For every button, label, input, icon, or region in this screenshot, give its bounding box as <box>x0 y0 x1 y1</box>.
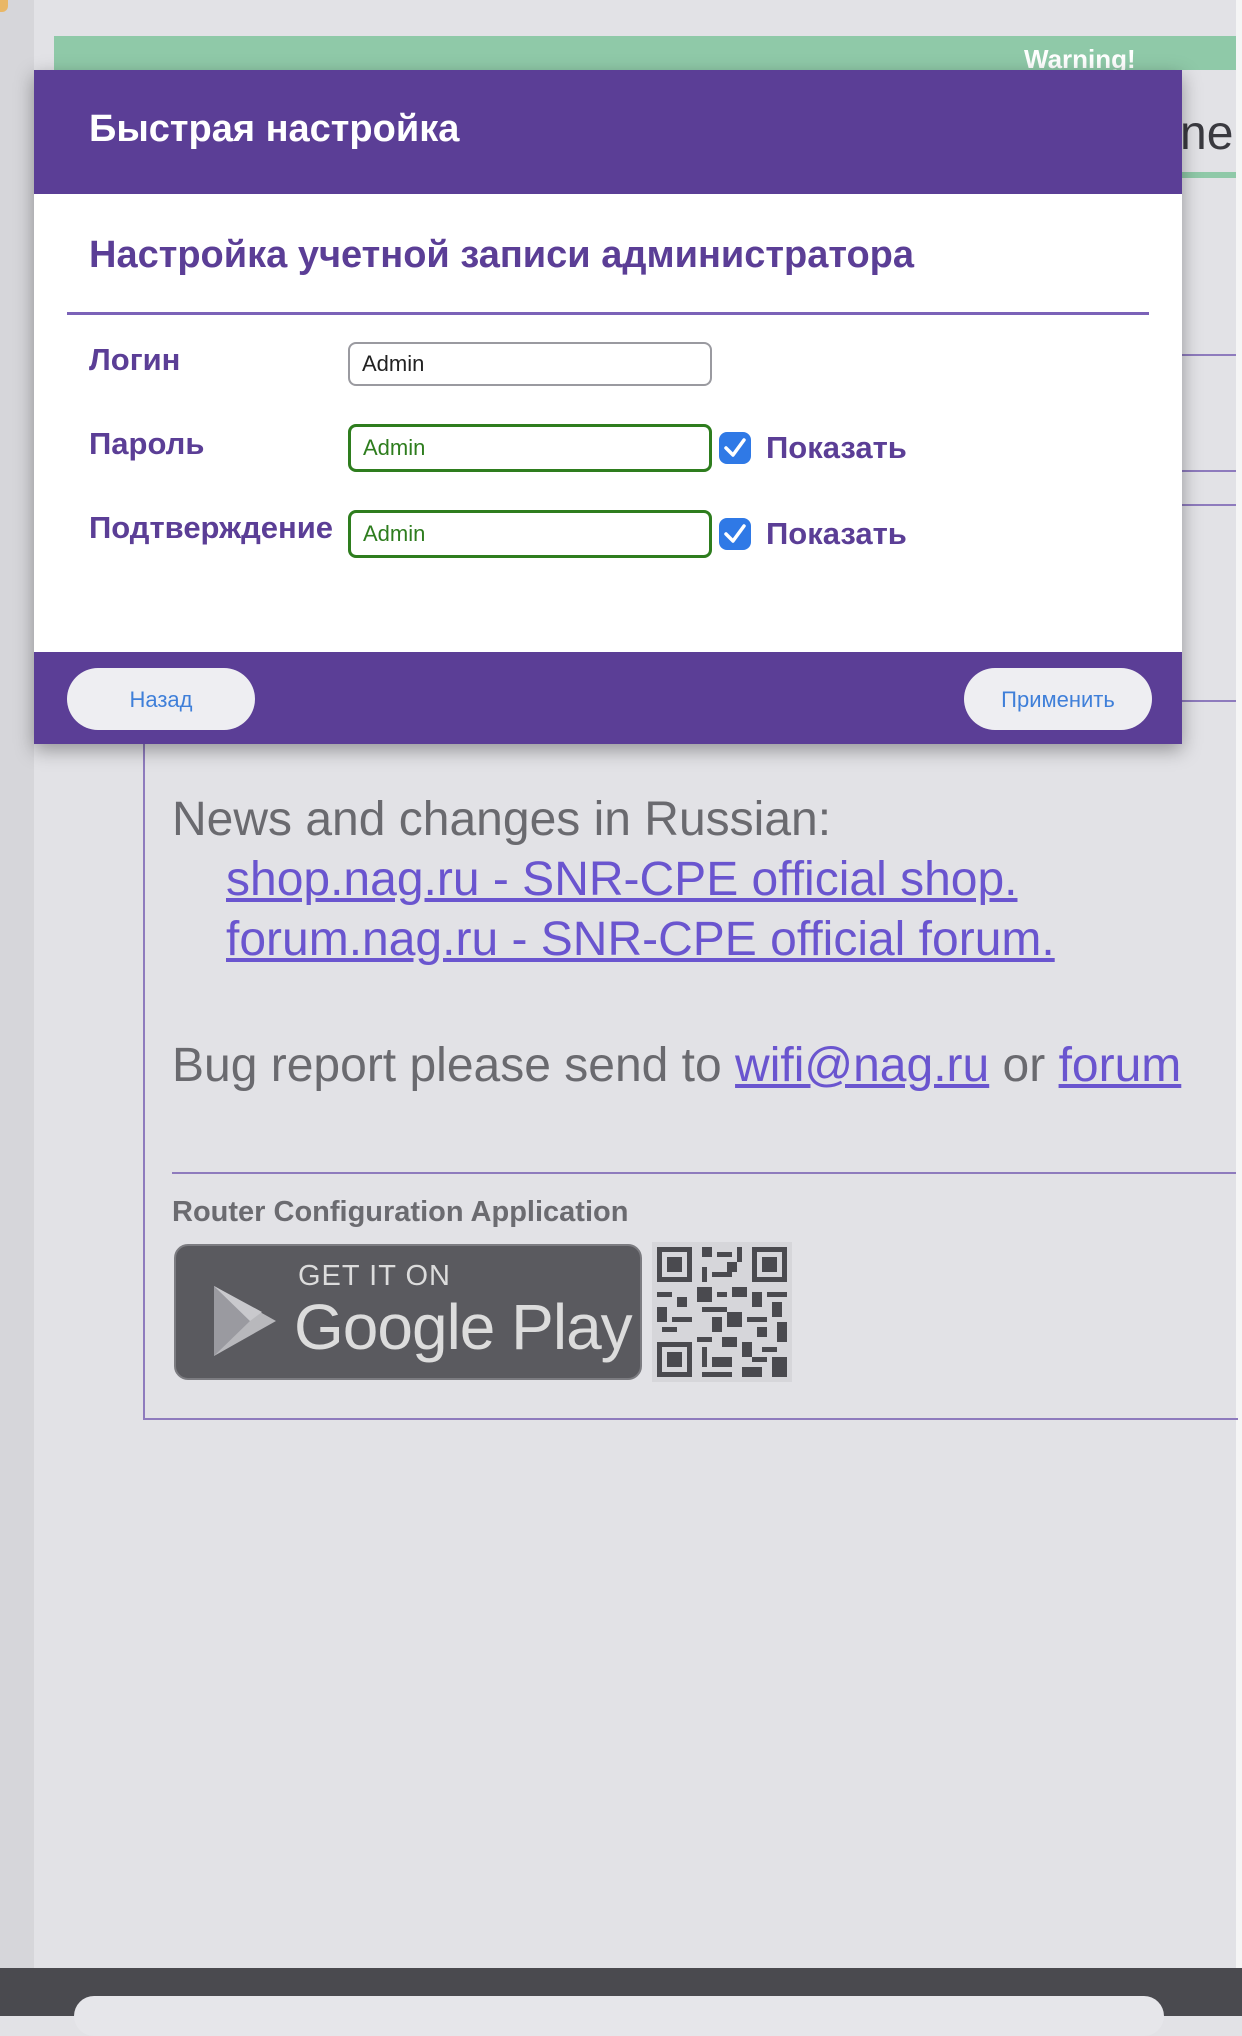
quick-setup-dialog: Быстрая настройка Настройка учетной запи… <box>34 70 1182 744</box>
back-button[interactable]: Назад <box>67 668 255 730</box>
header-underline <box>1180 172 1236 178</box>
warning-text: Warning! <box>1024 44 1136 70</box>
left-edge-strip <box>0 0 34 1968</box>
google-play-icon <box>214 1286 276 1356</box>
address-bar[interactable] <box>74 1996 1164 2036</box>
bug-report-prefix: Bug report please send to <box>172 1039 722 1092</box>
bug-report-or: or <box>1002 1039 1046 1092</box>
apply-button[interactable]: Применить <box>964 668 1152 730</box>
login-label: Логин <box>89 342 181 377</box>
show-password-checkbox[interactable] <box>719 432 751 464</box>
login-input[interactable] <box>348 342 712 386</box>
password-label: Пароль <box>89 426 205 461</box>
header-text-fragment: ne <box>1180 107 1234 160</box>
section-divider <box>67 312 1149 315</box>
shop-link[interactable]: shop.nag.ru - SNR-CPE official shop. <box>226 852 1017 907</box>
checkmark-icon <box>724 438 746 457</box>
bug-report-line: Bug report please send to wifi@nag.ru or… <box>172 1038 1181 1093</box>
show-confirm-checkbox[interactable] <box>719 518 751 550</box>
qr-code-image <box>652 1242 792 1382</box>
get-it-on-text: GET IT ON <box>298 1260 451 1292</box>
app-label: Router Configuration Application <box>172 1196 629 1228</box>
panel-separator <box>172 1172 1236 1174</box>
google-play-text: Google Play <box>294 1291 633 1363</box>
checkmark-icon <box>724 524 746 543</box>
dialog-header: Быстрая настройка <box>34 70 1182 194</box>
dialog-title: Быстрая настройка <box>89 108 460 150</box>
dialog-body: Настройка учетной записи администратора … <box>34 194 1182 652</box>
show-password-label[interactable]: Показать <box>766 430 907 466</box>
email-link[interactable]: wifi@nag.ru <box>735 1039 989 1092</box>
forum-text-link[interactable]: forum <box>1059 1039 1182 1092</box>
show-confirm-label[interactable]: Показать <box>766 516 907 552</box>
confirm-input[interactable] <box>348 510 712 558</box>
warning-banner: Warning! <box>54 36 1236 70</box>
confirm-label: Подтверждение <box>89 510 334 545</box>
forum-link[interactable]: forum.nag.ru - SNR-CPE official forum. <box>226 912 1055 967</box>
news-title: News and changes in Russian: <box>172 793 832 846</box>
dialog-footer: Назад Применить <box>34 652 1182 744</box>
section-title: Настройка учетной записи администратора <box>89 234 915 276</box>
google-play-badge[interactable]: GET IT ON Google Play <box>174 1244 642 1380</box>
password-input[interactable] <box>348 424 712 472</box>
